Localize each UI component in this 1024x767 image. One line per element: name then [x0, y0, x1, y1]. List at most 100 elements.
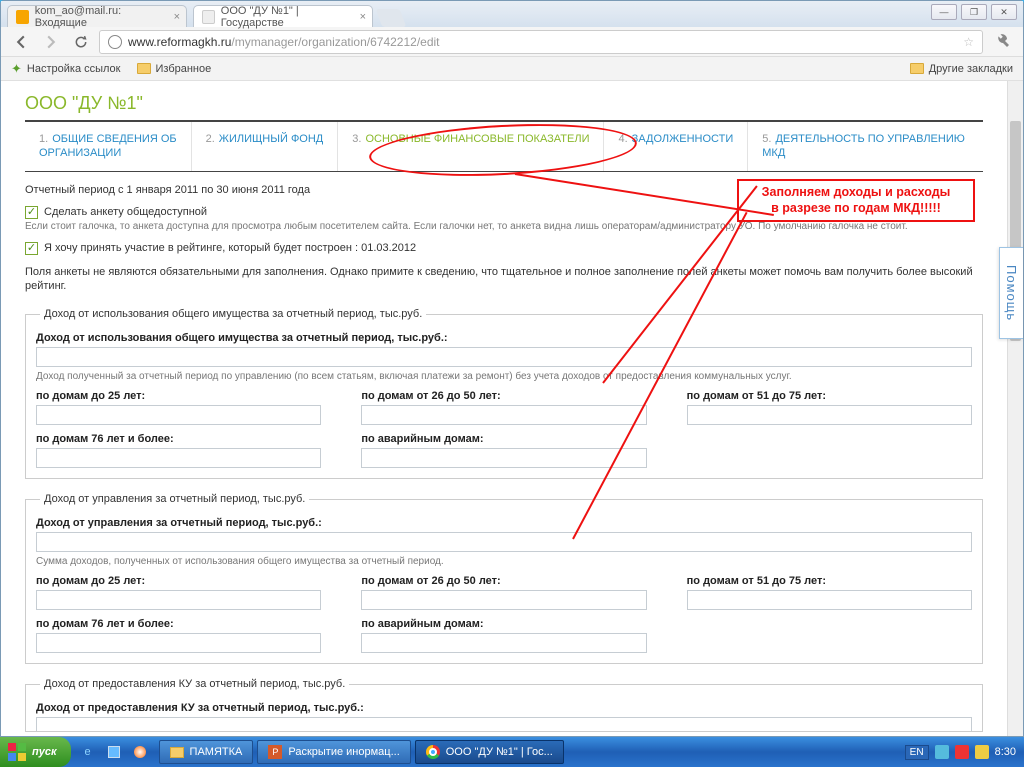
menu-button[interactable] [989, 31, 1015, 53]
rating-label: Я хочу принять участие в рейтинге, котор… [44, 242, 416, 254]
tab-debts[interactable]: 4.ЗАДОЛЖЕННОСТИ [604, 122, 748, 171]
maximize-button[interactable]: ❐ [961, 4, 987, 20]
bookmark-bar: ✦ Настройка ссылок Избранное Другие закл… [1, 57, 1023, 81]
task-label: ООО "ДУ №1" | Гос... [446, 746, 553, 758]
group-common-property-income: Доход от использования общего имущества … [25, 308, 983, 479]
field-label: Доход от управления за отчетный период, … [36, 517, 972, 529]
minimize-button[interactable]: — [931, 4, 957, 20]
forward-button[interactable] [39, 30, 63, 54]
task-pamyatka[interactable]: ПАМЯТКА [159, 740, 254, 764]
task-chrome[interactable]: ООО "ДУ №1" | Гос... [415, 740, 564, 764]
col-label: по домам от 26 до 50 лет: [361, 575, 646, 587]
bookmark-other[interactable]: Другие закладки [910, 63, 1013, 75]
tab-general[interactable]: 1.ОБЩИЕ СВЕДЕНИЯ ОБ ОРГАНИЗАЦИИ [25, 122, 192, 171]
favicon-icon [202, 10, 215, 24]
col-label: по домам от 51 до 75 лет: [687, 575, 972, 587]
task-ppt[interactable]: P Раскрытие инормац... [257, 740, 410, 764]
bookmark-label: Другие закладки [929, 63, 1013, 75]
toolbar: www.reformagkh.ru/mymanager/organization… [1, 27, 1023, 57]
show-desktop-icon[interactable] [103, 741, 125, 763]
help-tab[interactable]: Помощь [999, 247, 1023, 339]
mgmt-emergency-input[interactable] [361, 633, 646, 653]
field-hint: Сумма доходов, полученных от использован… [36, 556, 972, 567]
globe-icon [108, 35, 122, 49]
tab-strip: kom_ao@mail.ru: Входящие × ООО "ДУ №1" |… [1, 1, 1023, 27]
section-tabs: 1.ОБЩИЕ СВЕДЕНИЯ ОБ ОРГАНИЗАЦИИ 2.ЖИЛИЩН… [25, 120, 983, 172]
col-label: по домам от 26 до 50 лет: [361, 390, 646, 402]
col-label: по домам от 51 до 75 лет: [687, 390, 972, 402]
col-label: по домам до 25 лет: [36, 390, 321, 402]
page-title: ООО "ДУ №1" [25, 93, 983, 114]
bookmark-label: Настройка ссылок [27, 63, 121, 75]
clock[interactable]: 8:30 [995, 746, 1016, 758]
mgmt-26-50-input[interactable] [361, 590, 646, 610]
star-icon: ✦ [11, 61, 22, 77]
taskbar: пуск e ПАМЯТКА P Раскрытие инормац... ОО… [0, 737, 1024, 767]
group-management-income: Доход от управления за отчетный период, … [25, 493, 983, 664]
back-button[interactable] [9, 30, 33, 54]
tab-reforma[interactable]: ООО "ДУ №1" | Государстве × [193, 5, 373, 27]
new-tab-button[interactable] [376, 9, 407, 27]
tray-icon[interactable] [975, 745, 989, 759]
folder-icon [910, 63, 924, 74]
close-tab-icon[interactable]: × [174, 11, 180, 23]
tab-title: kom_ao@mail.ru: Входящие [35, 5, 164, 29]
tab-mkd-activity[interactable]: 5.ДЕЯТЕЛЬНОСТЬ ПО УПРАВЛЕНИЮ МКД [748, 122, 979, 171]
tray-icon[interactable] [935, 745, 949, 759]
mgmt-income-total-input[interactable] [36, 532, 972, 552]
tray-icon[interactable] [955, 745, 969, 759]
close-tab-icon[interactable]: × [360, 11, 366, 23]
utilities-total-input[interactable] [36, 717, 972, 732]
mgmt-76plus-input[interactable] [36, 633, 321, 653]
task-label: Раскрытие инормац... [288, 746, 399, 758]
reload-button[interactable] [69, 30, 93, 54]
wmp-icon[interactable] [129, 741, 151, 763]
houses-26-50-input[interactable] [361, 405, 646, 425]
group-utilities-income: Доход от предоставления КУ за отчетный п… [25, 678, 983, 732]
close-window-button[interactable]: ✕ [991, 4, 1017, 20]
tab-title: ООО "ДУ №1" | Государстве [221, 5, 350, 29]
mgmt-51-75-input[interactable] [687, 590, 972, 610]
url-text: www.reformagkh.ru/mymanager/organization… [128, 35, 440, 49]
bookmark-star-icon[interactable]: ☆ [963, 35, 974, 49]
quick-launch: e [71, 741, 157, 763]
houses-76plus-input[interactable] [36, 448, 321, 468]
task-label: ПАМЯТКА [190, 746, 243, 758]
powerpoint-icon: P [268, 745, 282, 759]
scrollbar[interactable] [1007, 81, 1023, 736]
houses-emergency-input[interactable] [361, 448, 646, 468]
windows-logo-icon [8, 743, 26, 761]
bookmark-links[interactable]: ✦ Настройка ссылок [11, 61, 121, 77]
language-indicator[interactable]: EN [905, 745, 929, 760]
houses-0-25-input[interactable] [36, 405, 321, 425]
browser-window: kom_ao@mail.ru: Входящие × ООО "ДУ №1" |… [0, 0, 1024, 737]
ie-icon[interactable]: e [77, 741, 99, 763]
tab-mail[interactable]: kom_ao@mail.ru: Входящие × [7, 5, 187, 27]
bookmark-favorites[interactable]: Избранное [137, 63, 212, 75]
field-hint: Доход полученный за отчетный период по у… [36, 371, 972, 382]
annotation-callout: Заполняем доходы и расходы в разрезе по … [737, 179, 975, 222]
bookmark-label: Избранное [156, 63, 212, 75]
folder-icon [170, 747, 184, 758]
address-bar[interactable]: www.reformagkh.ru/mymanager/organization… [99, 30, 983, 54]
field-label: Доход от предоставления КУ за отчетный п… [36, 702, 972, 714]
public-checkbox[interactable]: ✓ [25, 206, 38, 219]
rating-checkbox[interactable]: ✓ [25, 242, 38, 255]
start-button[interactable]: пуск [0, 737, 71, 767]
public-hint: Если стоит галочка, то анкета доступна д… [25, 221, 983, 232]
col-label: по аварийным домам: [361, 618, 646, 630]
col-label: по домам 76 лет и более: [36, 618, 321, 630]
folder-icon [137, 63, 151, 74]
tab-housing[interactable]: 2.ЖИЛИЩНЫЙ ФОНД [192, 122, 339, 171]
tab-financial[interactable]: 3.ОСНОВНЫЕ ФИНАНСОВЫЕ ПОКАЗАТЕЛИ [338, 122, 604, 171]
mgmt-0-25-input[interactable] [36, 590, 321, 610]
group-legend: Доход от использования общего имущества … [40, 308, 426, 320]
col-label: по домам до 25 лет: [36, 575, 321, 587]
income-total-input[interactable] [36, 347, 972, 367]
info-paragraph: Поля анкеты не являются обязательными дл… [25, 265, 983, 295]
group-legend: Доход от предоставления КУ за отчетный п… [40, 678, 349, 690]
favicon-icon [16, 10, 29, 24]
start-label: пуск [32, 746, 57, 758]
group-legend: Доход от управления за отчетный период, … [40, 493, 309, 505]
houses-51-75-input[interactable] [687, 405, 972, 425]
